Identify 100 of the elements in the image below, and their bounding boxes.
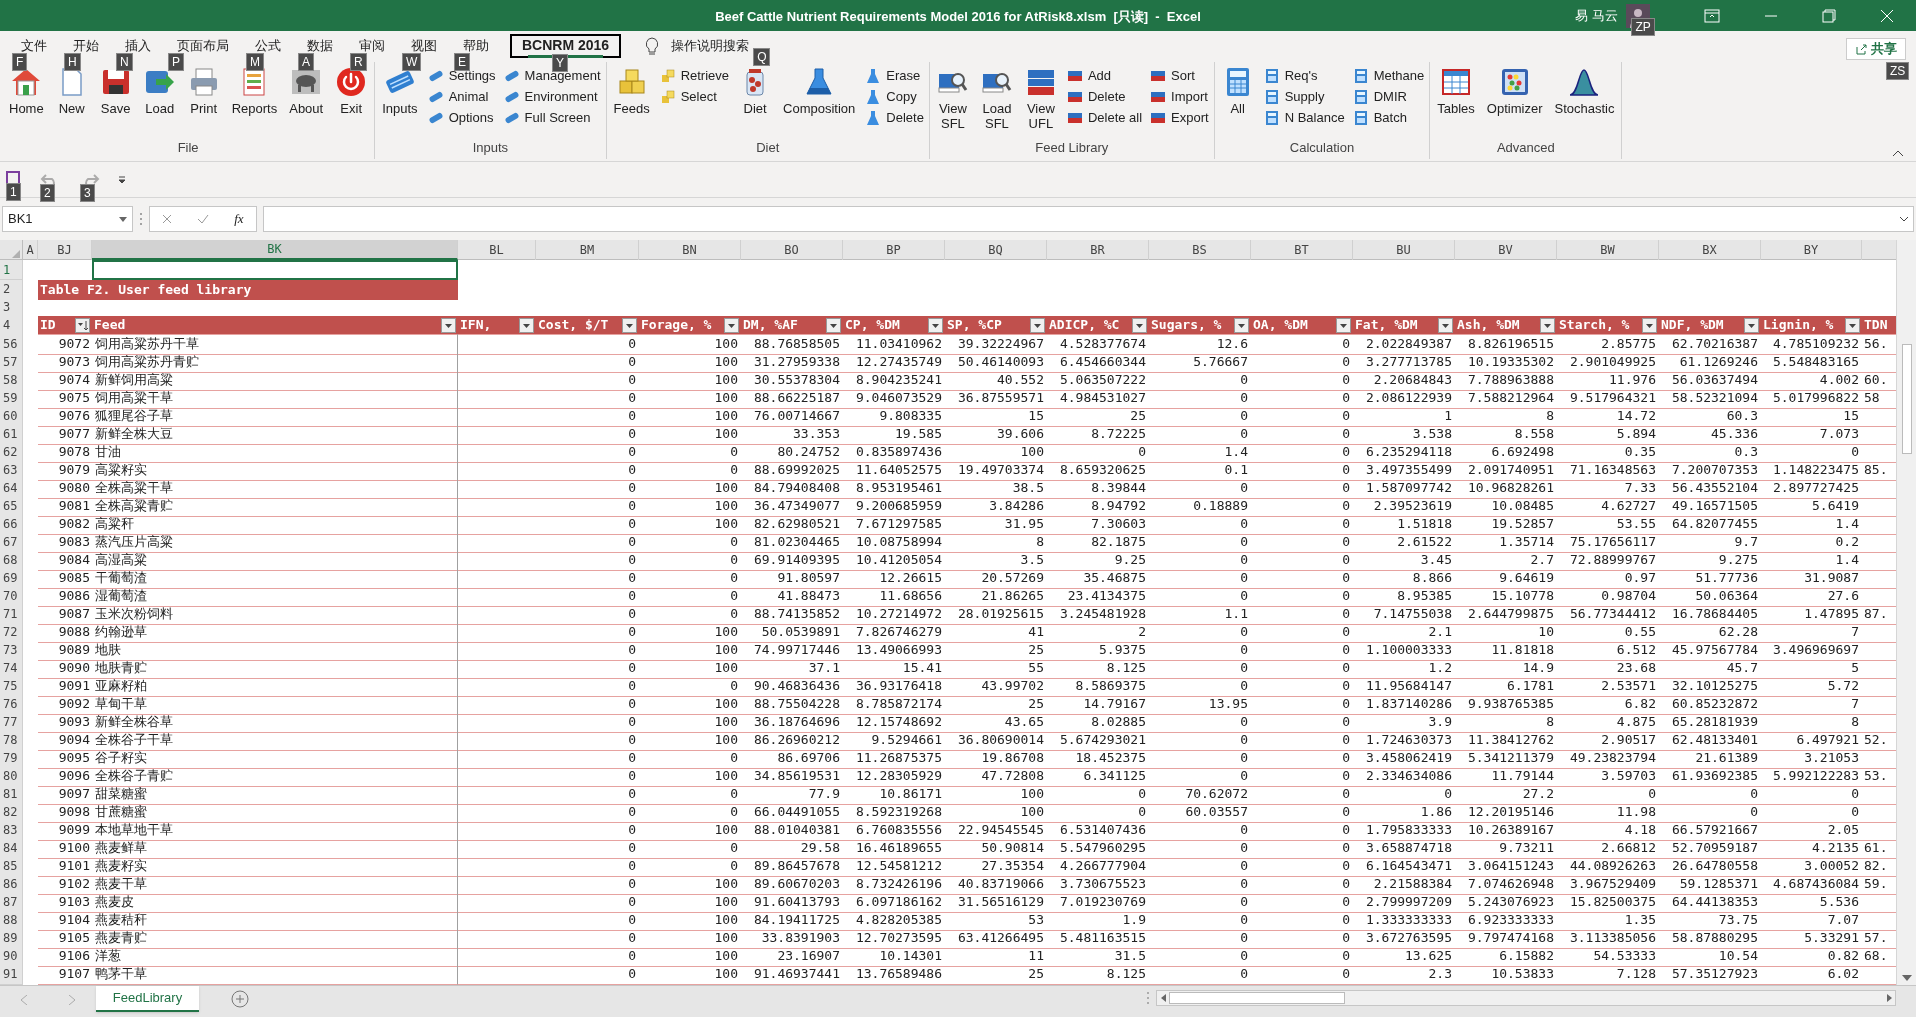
- filter-button[interactable]: [1744, 317, 1759, 333]
- filter-button[interactable]: [441, 317, 456, 333]
- ribbon-display-icon[interactable]: [1704, 8, 1720, 23]
- filter-button[interactable]: [1030, 317, 1045, 333]
- row-number[interactable]: 85: [0, 856, 23, 877]
- collapse-ribbon-icon[interactable]: [1892, 149, 1904, 157]
- filter-button[interactable]: [724, 317, 739, 333]
- ribbon-button[interactable]: View UFL: [1019, 64, 1062, 131]
- row-number[interactable]: 61: [0, 424, 23, 445]
- ribbon-button[interactable]: Options: [424, 108, 499, 128]
- row-number[interactable]: 63: [0, 460, 23, 481]
- filter-button[interactable]: [826, 317, 841, 333]
- row-number[interactable]: 88: [0, 910, 23, 931]
- column-header[interactable]: BR: [1047, 240, 1149, 260]
- filter-button[interactable]: [519, 317, 534, 333]
- row-number[interactable]: 68: [0, 550, 23, 571]
- row-number[interactable]: 64: [0, 478, 23, 499]
- row-number[interactable]: 58: [0, 370, 23, 391]
- column-header[interactable]: BK: [92, 240, 458, 260]
- row-number[interactable]: 82: [0, 802, 23, 823]
- ribbon-button[interactable]: Composition: [778, 64, 861, 116]
- row-number[interactable]: 87: [0, 892, 23, 913]
- row-number[interactable]: 59: [0, 388, 23, 409]
- filter-button[interactable]: [1336, 317, 1351, 333]
- row-number[interactable]: 71: [0, 604, 23, 625]
- row-number[interactable]: 66: [0, 514, 23, 535]
- ribbon-button[interactable]: Select: [656, 87, 733, 107]
- row-number[interactable]: 1: [0, 260, 23, 280]
- ribbon-button[interactable]: Export: [1147, 108, 1212, 128]
- filter-button[interactable]: [928, 317, 943, 333]
- ribbon-button[interactable]: Add: [1063, 66, 1146, 86]
- row-number[interactable]: 69: [0, 568, 23, 589]
- ribbon-button[interactable]: Full Screen: [500, 108, 604, 128]
- row-number[interactable]: 70: [0, 586, 23, 607]
- column-header[interactable]: BO: [741, 240, 843, 260]
- ribbon-button[interactable]: Batch: [1349, 108, 1428, 128]
- scroll-thumb[interactable]: [1901, 344, 1912, 454]
- formula-input[interactable]: [263, 206, 1914, 232]
- row-number[interactable]: 86: [0, 874, 23, 895]
- row-number[interactable]: 67: [0, 532, 23, 553]
- ribbon-button[interactable]: Supply: [1260, 87, 1348, 107]
- row-number[interactable]: 84: [0, 838, 23, 859]
- ribbon-button[interactable]: Feeds: [608, 64, 655, 116]
- close-icon[interactable]: [1880, 8, 1894, 23]
- ribbon-button[interactable]: Animal: [424, 87, 499, 107]
- filter-button[interactable]: [1438, 317, 1453, 333]
- tell-me-search[interactable]: 操作说明搜索: [671, 35, 750, 56]
- ribbon-button[interactable]: Methane: [1349, 66, 1428, 86]
- column-header[interactable]: BP: [843, 240, 945, 260]
- ribbon-button[interactable]: Delete: [1063, 87, 1146, 107]
- sheet-tab[interactable]: FeedLibrary: [96, 986, 199, 1012]
- column-header[interactable]: BS: [1149, 240, 1251, 260]
- horizontal-scrollbar[interactable]: [1156, 990, 1896, 1006]
- ribbon-button[interactable]: Stochastic: [1549, 64, 1620, 116]
- ribbon-button[interactable]: Req's: [1260, 66, 1348, 86]
- row-number[interactable]: 77: [0, 712, 23, 733]
- ribbon-button[interactable]: Retrieve: [656, 66, 733, 86]
- row-number[interactable]: 83: [0, 820, 23, 841]
- filter-button[interactable]: [1642, 317, 1657, 333]
- ribbon-button[interactable]: Import: [1147, 87, 1212, 107]
- row-number[interactable]: 90: [0, 946, 23, 967]
- column-header[interactable]: BX: [1659, 240, 1761, 260]
- row-number[interactable]: 57: [0, 352, 23, 373]
- row-number[interactable]: 91: [0, 964, 23, 985]
- sort-filter-button[interactable]: [75, 317, 90, 333]
- ribbon-button[interactable]: All: [1216, 64, 1259, 116]
- add-sheet-icon[interactable]: [231, 990, 249, 1008]
- row-number[interactable]: 72: [0, 622, 23, 643]
- selected-cell[interactable]: [92, 260, 458, 280]
- ribbon-button[interactable]: Delete all: [1063, 108, 1146, 128]
- row-number[interactable]: 74: [0, 658, 23, 679]
- customize-toolbar-icon[interactable]: [118, 175, 126, 184]
- row-number[interactable]: 60: [0, 406, 23, 427]
- ribbon-button[interactable]: Sort: [1147, 66, 1212, 86]
- column-header[interactable]: A: [23, 240, 38, 260]
- column-header[interactable]: BY: [1761, 240, 1862, 260]
- ribbon-button[interactable]: DMIR: [1349, 87, 1428, 107]
- column-header[interactable]: BW: [1557, 240, 1659, 260]
- scroll-right-icon[interactable]: [1886, 994, 1892, 1002]
- column-header[interactable]: BU: [1353, 240, 1455, 260]
- row-number[interactable]: 80: [0, 766, 23, 787]
- ribbon-button[interactable]: Delete: [862, 108, 927, 128]
- ribbon-button[interactable]: Optimizer: [1481, 64, 1548, 116]
- ribbon-button[interactable]: View SFL: [931, 64, 974, 131]
- ribbon-button[interactable]: Copy: [862, 87, 927, 107]
- cancel-icon[interactable]: [162, 214, 173, 224]
- restore-icon[interactable]: [1822, 8, 1836, 23]
- column-header[interactable]: BQ: [945, 240, 1047, 260]
- share-button[interactable]: 共享: [1846, 37, 1906, 60]
- row-number[interactable]: 73: [0, 640, 23, 661]
- row-number[interactable]: 62: [0, 442, 23, 463]
- name-box[interactable]: BK1: [2, 206, 133, 232]
- row-number[interactable]: 75: [0, 676, 23, 697]
- column-header[interactable]: BT: [1251, 240, 1353, 260]
- ribbon-button[interactable]: Load SFL: [975, 64, 1018, 131]
- column-header[interactable]: BV: [1455, 240, 1557, 260]
- row-number[interactable]: 76: [0, 694, 23, 715]
- column-header[interactable]: BL: [458, 240, 536, 260]
- column-header[interactable]: BM: [536, 240, 639, 260]
- column-header[interactable]: BN: [639, 240, 741, 260]
